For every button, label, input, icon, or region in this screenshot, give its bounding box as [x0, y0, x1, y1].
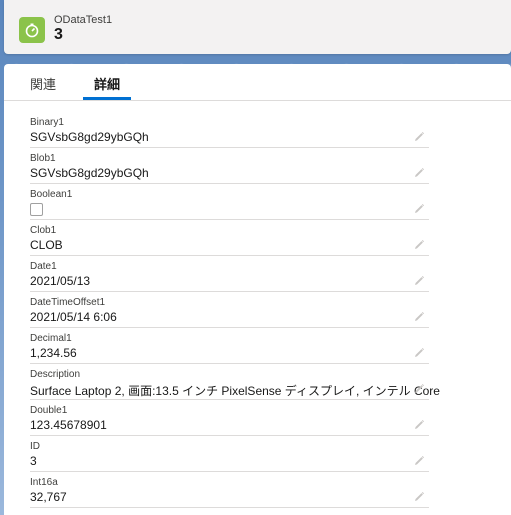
field-row: Double1 123.45678901	[30, 400, 429, 436]
pencil-edit-icon[interactable]	[413, 238, 425, 250]
boolean-checkbox[interactable]	[30, 203, 43, 216]
pencil-edit-icon[interactable]	[413, 490, 425, 502]
pencil-edit-icon[interactable]	[413, 274, 425, 286]
record-header: ODataTest1 3	[4, 0, 511, 54]
field-row: Decimal1 1,234.56	[30, 328, 429, 364]
field-label: Clob1	[30, 225, 57, 236]
field-row: Clob1 CLOB	[30, 220, 429, 256]
detail-card: 関連 詳細 Binary1 SGVsbG8gd29ybGQh Blob1 SGVsbG…	[4, 64, 511, 515]
field-label: DateTimeOffset1	[30, 297, 106, 308]
field-value: Surface Laptop 2, 画面:13.5 インチ PixelSense…	[30, 384, 440, 398]
field-label: Double1	[30, 405, 68, 416]
field-label: Date1	[30, 261, 57, 272]
field-row: Int16a 32,767	[30, 472, 429, 508]
pencil-edit-icon[interactable]	[413, 202, 425, 214]
field-value: 3	[30, 454, 37, 468]
field-value: CLOB	[30, 238, 63, 252]
field-label: Boolean1	[30, 189, 73, 200]
field-row: Binary1 SGVsbG8gd29ybGQh	[30, 112, 429, 148]
field-value: 123.45678901	[30, 418, 107, 432]
field-value: 32,767	[30, 490, 67, 504]
field-list: Binary1 SGVsbG8gd29ybGQh Blob1 SGVsbG8gd29y…	[30, 112, 440, 508]
stopwatch-icon	[19, 17, 45, 43]
pencil-edit-icon[interactable]	[413, 310, 425, 322]
tab-related[interactable]: 関連	[30, 74, 56, 100]
field-label: Decimal1	[30, 333, 72, 344]
field-label: Binary1	[30, 117, 64, 128]
field-row: Date1 2021/05/13	[30, 256, 429, 292]
tab-details[interactable]: 詳細	[83, 74, 131, 100]
field-label: Description	[30, 369, 81, 380]
object-type-label: ODataTest1	[54, 14, 113, 26]
pencil-edit-icon[interactable]	[413, 382, 425, 394]
field-value: 1,234.56	[30, 346, 77, 360]
record-title: 3	[54, 26, 63, 43]
field-value: 2021/05/13	[30, 274, 91, 288]
field-label: Int16a	[30, 477, 58, 488]
field-row: Description Surface Laptop 2, 画面:13.5 インチ…	[30, 364, 440, 400]
tab-bar: 関連 詳細	[4, 64, 511, 101]
pencil-edit-icon[interactable]	[413, 418, 425, 430]
field-label: Blob1	[30, 153, 56, 164]
field-value: SGVsbG8gd29ybGQh	[30, 166, 149, 180]
field-row: Boolean1	[30, 184, 429, 220]
pencil-edit-icon[interactable]	[413, 346, 425, 358]
field-row: ID 3	[30, 436, 429, 472]
field-row: Blob1 SGVsbG8gd29ybGQh	[30, 148, 429, 184]
pencil-edit-icon[interactable]	[413, 130, 425, 142]
field-value: SGVsbG8gd29ybGQh	[30, 130, 149, 144]
pencil-edit-icon[interactable]	[413, 454, 425, 466]
field-row: DateTimeOffset1 2021/05/14 6:06	[30, 292, 429, 328]
pencil-edit-icon[interactable]	[413, 166, 425, 178]
field-label: ID	[30, 441, 40, 452]
field-value: 2021/05/14 6:06	[30, 310, 117, 324]
